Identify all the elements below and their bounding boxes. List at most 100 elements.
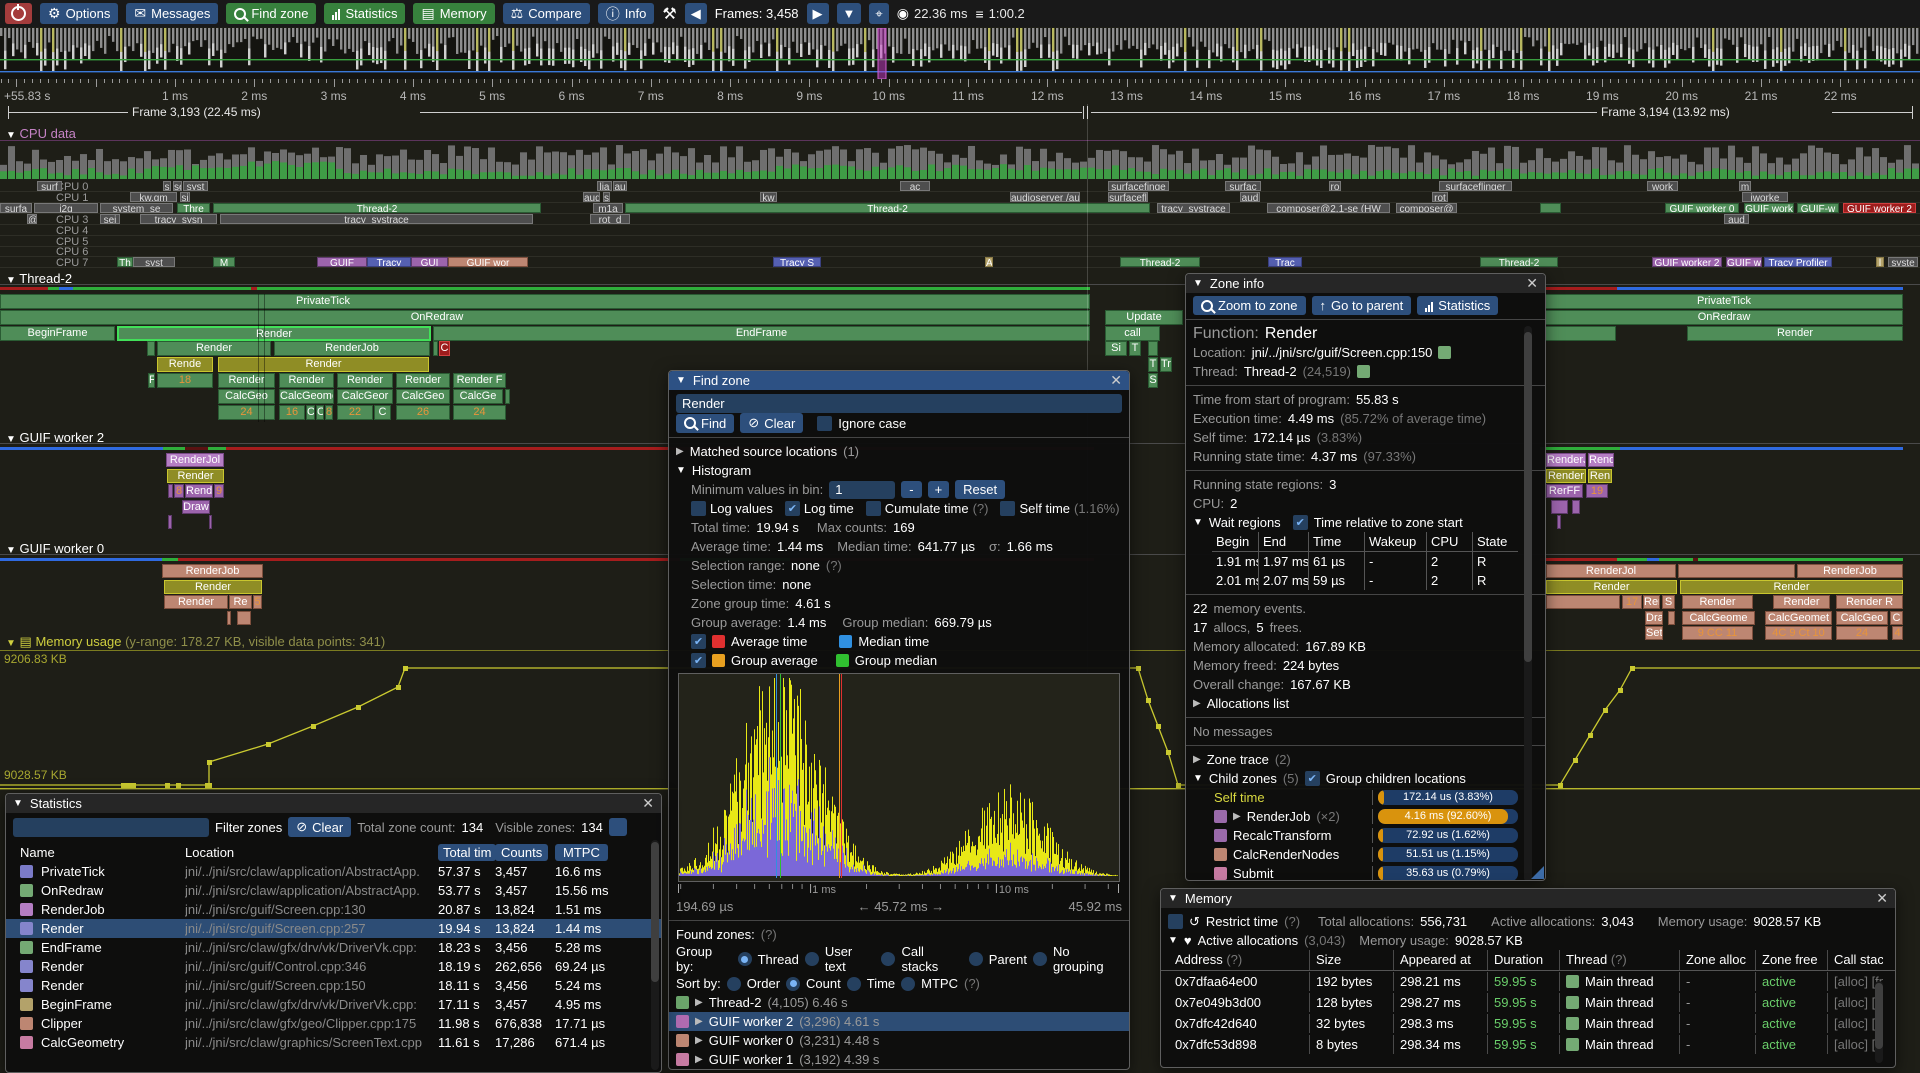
show-average-checkbox[interactable]: ✔ (691, 634, 706, 649)
zone-rot[interactable]: rot (1432, 192, 1448, 202)
zone-gui[interactable]: GUI (411, 257, 448, 267)
restrict-time-checkbox[interactable] (1168, 914, 1183, 929)
found-zone-group-guif-worker-1[interactable]: ▶GUIF worker 1(3,192) 4.39 s (669, 1050, 1129, 1069)
zone-24[interactable]: 24 (453, 405, 506, 420)
zone-ren[interactable]: Ren (1588, 469, 1612, 483)
zone[interactable] (1545, 326, 1616, 341)
zone-t[interactable]: T (1148, 357, 1158, 372)
zone-19[interactable]: 19 (1586, 484, 1608, 498)
zone-syste[interactable]: syste (1888, 257, 1918, 267)
zone[interactable] (505, 389, 510, 404)
memory-column-thread[interactable]: Thread (?) (1559, 950, 1679, 970)
zone-c[interactable]: C (439, 341, 450, 356)
zone[interactable] (1148, 341, 1158, 356)
zone-surf[interactable]: surf (37, 181, 62, 191)
close-icon[interactable]: ✕ (1110, 372, 1122, 389)
cumulate-time-checkbox[interactable] (866, 501, 881, 516)
find-zone-button[interactable]: Find zone (226, 3, 316, 24)
zone-guif-worker-2[interactable]: GUIF worker 2 (1652, 257, 1722, 267)
time-bar[interactable]: 172.14 us (3.83%) (1378, 790, 1518, 805)
group-by-user-text[interactable] (805, 952, 819, 966)
zone-render[interactable]: Render (157, 341, 271, 356)
allocation-row[interactable]: 0x7dfaa64e00192 bytes298.21 ms59.95 sMai… (1161, 971, 1895, 992)
log-time-checkbox[interactable]: ✔ (785, 501, 800, 516)
memory-usage-header[interactable]: ▼ ▤ Memory usage (y-range: 178.27 KB, vi… (6, 634, 385, 650)
expand-icon[interactable]: ▶ (695, 1016, 703, 1027)
zone-render[interactable]: Render (1546, 580, 1677, 594)
zone-render[interactable]: Render (396, 373, 450, 388)
info-button[interactable]: ⓘInfo (598, 3, 655, 24)
stats-row-render[interactable]: Renderjni/../jni/src/guif/Control.cpp:34… (6, 957, 661, 976)
zone-render[interactable]: Render (1773, 595, 1830, 609)
zone-m1a[interactable]: m1a (593, 203, 623, 213)
memory-column-call-stack[interactable]: Call stack (1827, 950, 1883, 970)
zone-c[interactable]: C (306, 405, 315, 420)
zone-guif-worker-0[interactable]: GUIF worker 0 (1665, 203, 1739, 213)
zone-dra[interactable]: Dra (1645, 611, 1663, 625)
zone-render[interactable]: Render (117, 326, 431, 341)
zone-audioserver-au[interactable]: audioserver /au (1010, 192, 1080, 202)
zone-9[interactable]: 9 (214, 484, 224, 498)
wait-col-begin[interactable]: Begin (1212, 532, 1258, 552)
allocations-list-section[interactable]: ▶Allocations list (1186, 694, 1545, 713)
sort-counts-button[interactable]: Counts (495, 844, 548, 861)
resize-grip[interactable] (1531, 866, 1544, 879)
close-icon[interactable]: ✕ (1876, 890, 1888, 907)
zone-syst[interactable]: syst (183, 181, 208, 191)
zone-22[interactable]: 22 (337, 405, 373, 420)
zone-onredraw[interactable]: OnRedraw (1545, 310, 1903, 325)
zone-renderjol[interactable]: RenderJol (166, 453, 224, 467)
zone[interactable] (168, 515, 172, 529)
memory-column-zone-free[interactable]: Zone free (1755, 950, 1827, 970)
zone-render[interactable]: Render (167, 469, 224, 483)
sort-by-mtpc[interactable] (901, 977, 915, 991)
zone-s[interactable]: S (1148, 373, 1158, 388)
zone-t[interactable]: T (1129, 341, 1141, 356)
zone-tracy-systrace[interactable]: tracy_systrace (1157, 203, 1230, 213)
zone-rende[interactable]: Rende (157, 357, 213, 372)
zone-rend[interactable]: Rend (185, 484, 213, 498)
zone-system-se[interactable]: system_se (100, 203, 173, 213)
zone-thread-2[interactable]: Thread-2 (1480, 257, 1558, 267)
options-button[interactable]: ⚙Options (40, 3, 118, 24)
zone-work[interactable]: work (1647, 181, 1678, 191)
zone[interactable] (237, 611, 251, 625)
stats-row-render[interactable]: Renderjni/../jni/src/guif/Screen.cpp:150… (6, 976, 661, 995)
stats-row-clipper[interactable]: Clipperjni/../jni/src/claw/gfx/geo/Clipp… (6, 1014, 661, 1033)
crosshair-button[interactable]: ⌖ (869, 3, 888, 24)
zone-kw[interactable]: kw (760, 192, 777, 202)
zone[interactable] (168, 484, 173, 498)
zone-update[interactable]: Update (1105, 310, 1183, 325)
column-name[interactable]: Name (20, 845, 55, 860)
zone-c[interactable]: C (316, 405, 324, 420)
close-icon[interactable]: ✕ (642, 795, 654, 812)
matched-source-locations[interactable]: ▶Matched source locations(1) (669, 442, 1129, 461)
stats-row-beginframe[interactable]: BeginFramejni/../jni/src/claw/gfx/drv/vk… (6, 995, 661, 1014)
zone-ro[interactable]: ro (1329, 181, 1341, 191)
zone-l[interactable]: l (1876, 257, 1884, 267)
zone-ac[interactable]: ac (900, 181, 930, 191)
wait-col-state[interactable]: State (1472, 532, 1518, 552)
zone-calcgeomet[interactable]: CalcGeomet (1765, 611, 1832, 625)
zone-render[interactable]: Render (218, 373, 275, 388)
zone-24[interactable]: 24 (218, 405, 275, 420)
zone-aud[interactable]: aud (583, 192, 600, 202)
time-bar[interactable]: 51.51 us (1.15%) (1378, 847, 1518, 862)
wait-regions-section[interactable]: ▼Wait regions ✔ Time relative to zone st… (1186, 513, 1545, 532)
expand-icon[interactable]: ▶ (695, 1054, 703, 1065)
memory-column-duration[interactable]: Duration (1487, 950, 1559, 970)
frame-dropdown-button[interactable]: ▼ (837, 3, 862, 24)
zone-info-titlebar[interactable]: ▼ Zone info ✕ (1186, 274, 1545, 293)
frame-overview-strip[interactable] (0, 28, 1920, 79)
zone-render[interactable]: Render (1546, 469, 1586, 483)
wait-col-cpu[interactable]: CPU (1426, 532, 1472, 552)
zone-onredraw[interactable]: OnRedraw (0, 310, 1090, 325)
zone-privatetick[interactable]: PrivateTick (1545, 294, 1903, 309)
zone-rerff[interactable]: RerFF (1546, 484, 1583, 498)
zone-guif-w[interactable]: GUIF w (1726, 257, 1762, 267)
relative-time-checkbox[interactable]: ✔ (1293, 515, 1308, 530)
collapse-icon[interactable]: ▼ (1193, 278, 1203, 289)
zone[interactable] (1678, 564, 1795, 578)
wait-region-row[interactable]: 1.91 ms1.97 ms61 µs-2R (1212, 552, 1545, 571)
zone-trace-section[interactable]: ▶Zone trace(2) (1186, 750, 1545, 769)
